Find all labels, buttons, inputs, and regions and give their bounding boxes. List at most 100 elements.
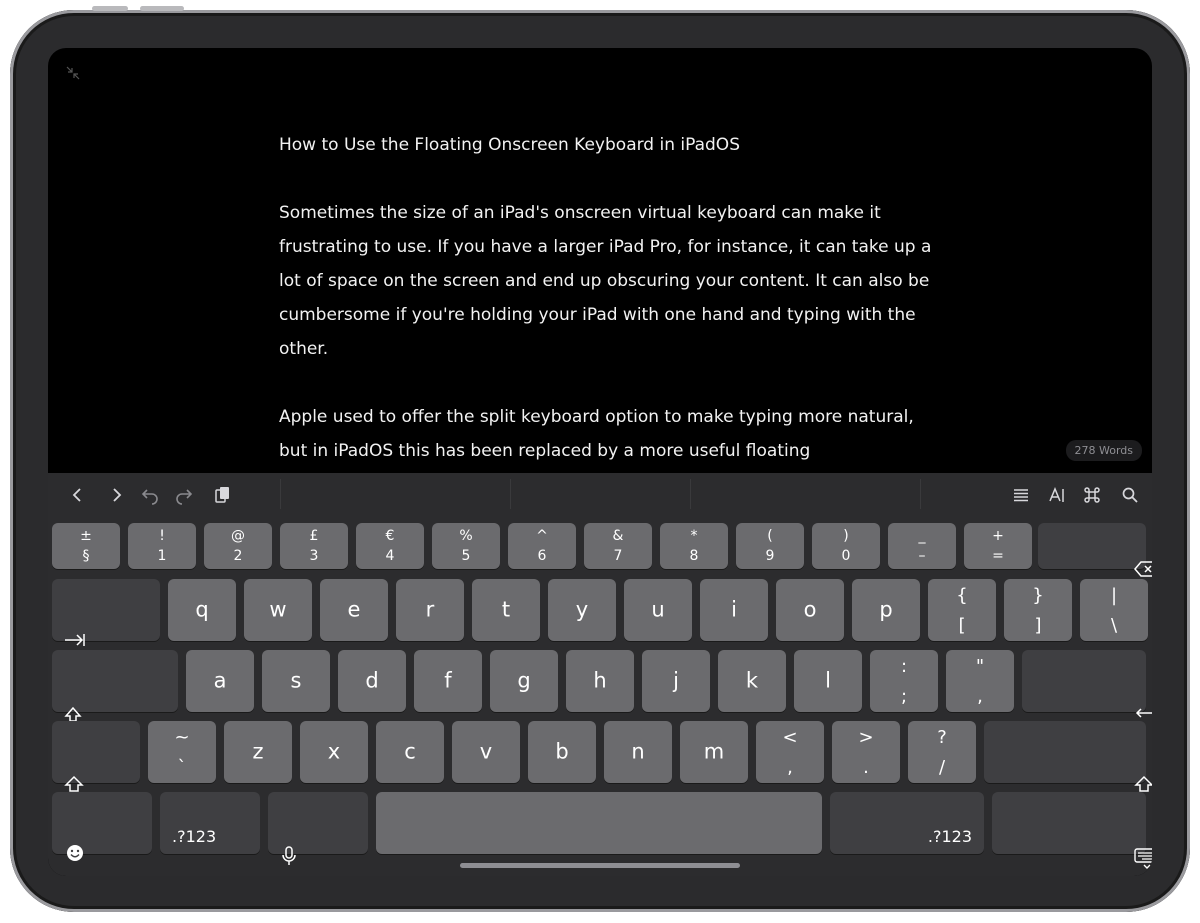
- number-key[interactable]: ! 1: [128, 523, 196, 569]
- toolbar-divider: [690, 479, 691, 509]
- chevron-right-icon[interactable]: [104, 483, 128, 507]
- key-symbol: `: [177, 757, 187, 778]
- number-key[interactable]: % 5: [432, 523, 500, 569]
- symbol-key[interactable]: {[: [928, 579, 996, 641]
- toolbar-divider: [510, 479, 511, 509]
- letter-key-s[interactable]: s: [262, 650, 330, 712]
- key-symbol: 4: [385, 548, 395, 564]
- letter-key-v[interactable]: v: [452, 721, 520, 783]
- number-key[interactable]: ^ 6: [508, 523, 576, 569]
- letter-key-d[interactable]: d: [338, 650, 406, 712]
- key-letter: d: [365, 668, 379, 693]
- number-key[interactable]: £3: [280, 523, 348, 569]
- number-key[interactable]: ) 0: [812, 523, 880, 569]
- onscreen-keyboard: ± §! 1 @2 £3 €4% 5 ^ 6 & 7 * 8(9) 0 _ – + = q w e r t y u i o p{[}]…: [48, 473, 1152, 876]
- number-key[interactable]: (9: [736, 523, 804, 569]
- word-count-badge[interactable]: 278 Words: [1065, 440, 1142, 461]
- collapse-icon[interactable]: [66, 66, 80, 80]
- toolbar-divider: [920, 479, 921, 509]
- number-key[interactable]: ± §: [52, 523, 120, 569]
- letter-key-r[interactable]: r: [396, 579, 464, 641]
- letter-key-j[interactable]: j: [642, 650, 710, 712]
- screen: How to Use the Floating Onscreen Keyboar…: [48, 48, 1152, 876]
- letter-key-n[interactable]: n: [604, 721, 672, 783]
- command-icon[interactable]: [1080, 483, 1104, 507]
- numbers-key-left[interactable]: .?123: [160, 792, 260, 854]
- letter-key-t[interactable]: t: [472, 579, 540, 641]
- volume-button: [92, 6, 128, 11]
- home-indicator[interactable]: [460, 863, 740, 868]
- letter-key-q[interactable]: q: [168, 579, 236, 641]
- key-symbol: 6: [537, 548, 547, 564]
- tab-key[interactable]: [52, 579, 160, 646]
- letter-key-o[interactable]: o: [776, 579, 844, 641]
- chevron-left-icon[interactable]: [66, 483, 90, 507]
- clipboard-icon[interactable]: [210, 483, 234, 507]
- key-letter: w: [269, 597, 287, 622]
- letter-key-x[interactable]: x: [300, 721, 368, 783]
- document-body[interactable]: How to Use the Floating Onscreen Keyboar…: [279, 128, 939, 502]
- letter-key-u[interactable]: u: [624, 579, 692, 641]
- symbol-key[interactable]: :;: [870, 650, 938, 712]
- key-letter: y: [575, 597, 589, 622]
- letter-key-y[interactable]: y: [548, 579, 616, 641]
- caps-lock-key[interactable]: [52, 650, 178, 725]
- letter-key-i[interactable]: i: [700, 579, 768, 641]
- number-key[interactable]: & 7: [584, 523, 652, 569]
- space-bar[interactable]: [376, 792, 822, 854]
- symbol-key[interactable]: ? /: [908, 721, 976, 783]
- key-shift-symbol: !: [159, 528, 165, 544]
- redo-icon[interactable]: [172, 483, 196, 507]
- letter-key-z[interactable]: z: [224, 721, 292, 783]
- number-key[interactable]: €4: [356, 523, 424, 569]
- key-letter: o: [803, 597, 817, 622]
- symbol-key[interactable]: <,: [756, 721, 824, 783]
- symbol-key[interactable]: ~ `: [148, 721, 216, 783]
- key-symbol: 0: [841, 548, 851, 564]
- delete-key[interactable]: [1038, 523, 1152, 577]
- symbol-key[interactable]: ",: [946, 650, 1014, 712]
- letter-key-f[interactable]: f: [414, 650, 482, 712]
- letter-key-b[interactable]: b: [528, 721, 596, 783]
- letter-key-g[interactable]: g: [490, 650, 558, 712]
- letter-key-l[interactable]: l: [794, 650, 862, 712]
- number-key[interactable]: + =: [964, 523, 1032, 569]
- key-letter: p: [879, 597, 893, 622]
- letter-key-m[interactable]: m: [680, 721, 748, 783]
- letter-key-k[interactable]: k: [718, 650, 786, 712]
- letter-key-c[interactable]: c: [376, 721, 444, 783]
- letter-key-p[interactable]: p: [852, 579, 920, 641]
- key-shift-symbol: +: [992, 528, 1004, 544]
- key-symbol: 7: [613, 548, 623, 564]
- key-letter: u: [651, 597, 665, 622]
- symbol-key[interactable]: }]: [1004, 579, 1072, 641]
- number-key[interactable]: @2: [204, 523, 272, 569]
- number-key[interactable]: _ –: [888, 523, 956, 569]
- return-key[interactable]: [1022, 650, 1152, 718]
- key-shift-symbol: ^: [536, 528, 548, 544]
- list-icon[interactable]: [1009, 483, 1033, 507]
- search-icon[interactable]: [1118, 483, 1142, 507]
- symbol-key[interactable]: >.: [832, 721, 900, 783]
- numbers-key-right[interactable]: .?123: [830, 792, 984, 854]
- emoji-key[interactable]: [52, 792, 152, 861]
- right-shift-key[interactable]: [984, 721, 1152, 792]
- key-symbol: 1: [157, 548, 167, 564]
- dictation-key[interactable]: [268, 792, 368, 865]
- letter-key-e[interactable]: e: [320, 579, 388, 641]
- hide-keyboard-key[interactable]: [992, 792, 1152, 869]
- key-symbol: 8: [689, 548, 699, 564]
- letter-key-h[interactable]: h: [566, 650, 634, 712]
- key-letter: i: [731, 597, 737, 622]
- left-shift-key[interactable]: [52, 721, 140, 792]
- letter-key-a[interactable]: a: [186, 650, 254, 712]
- number-key[interactable]: * 8: [660, 523, 728, 569]
- key-symbol: ,: [977, 686, 983, 707]
- key-symbol: /: [938, 757, 946, 778]
- key-letter: t: [501, 597, 511, 622]
- undo-icon[interactable]: [138, 483, 162, 507]
- key-symbol: ]: [1034, 615, 1042, 636]
- symbol-key[interactable]: | \: [1080, 579, 1148, 641]
- letter-key-w[interactable]: w: [244, 579, 312, 641]
- text-format-icon[interactable]: [1045, 483, 1069, 507]
